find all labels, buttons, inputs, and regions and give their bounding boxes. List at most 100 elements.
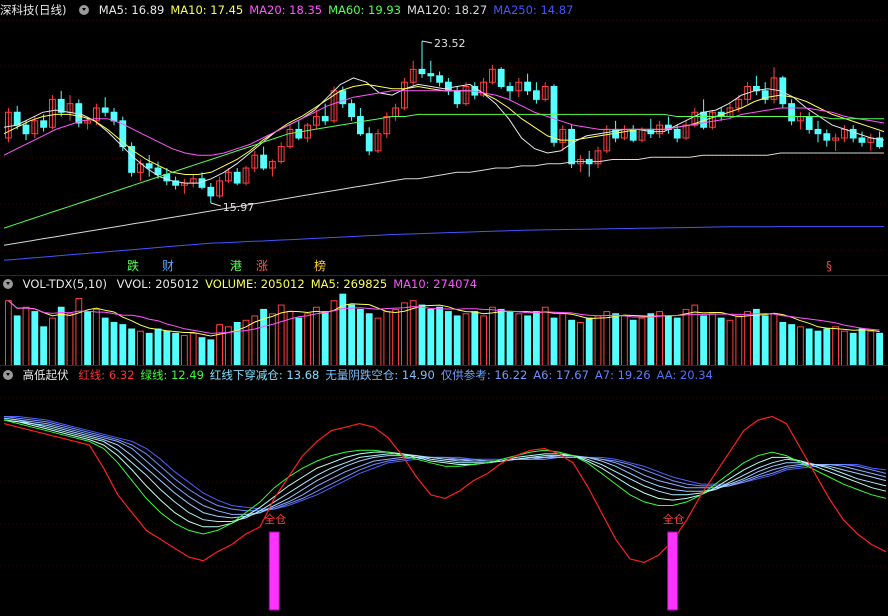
volume-bar bbox=[462, 313, 470, 366]
volume-bar bbox=[585, 317, 593, 366]
candle-body bbox=[814, 128, 822, 135]
candle bbox=[796, 112, 804, 130]
candle bbox=[400, 77, 408, 111]
oscillator-chart[interactable]: 全仓 全仓 bbox=[0, 366, 888, 616]
candle bbox=[409, 60, 417, 87]
volume-bar bbox=[612, 313, 620, 366]
volume-bar bbox=[532, 311, 540, 366]
candle-body bbox=[497, 68, 505, 88]
ma-line bbox=[3, 152, 884, 246]
volume-bar bbox=[392, 308, 400, 366]
candle bbox=[788, 99, 796, 126]
candle-body bbox=[444, 81, 452, 92]
candle bbox=[110, 107, 118, 126]
buy-signal-bar bbox=[268, 531, 280, 611]
candle bbox=[594, 146, 602, 169]
volume-bar bbox=[304, 313, 312, 366]
volume-bar bbox=[700, 315, 708, 366]
candle bbox=[57, 90, 65, 117]
volume-bar bbox=[189, 332, 197, 366]
event-marker[interactable]: 涨 bbox=[256, 258, 268, 273]
volume-bar bbox=[321, 311, 329, 366]
candle bbox=[647, 118, 655, 138]
candle-body bbox=[198, 178, 206, 188]
volume-bar bbox=[708, 313, 716, 366]
volume-bar bbox=[550, 317, 558, 366]
candle bbox=[119, 116, 127, 151]
volume-bar bbox=[119, 324, 127, 366]
candle bbox=[4, 107, 12, 143]
event-marker[interactable]: 港 bbox=[230, 259, 242, 273]
volume-bar bbox=[832, 326, 840, 366]
volume-bar bbox=[207, 339, 215, 366]
candle-body bbox=[788, 103, 796, 122]
ma-line bbox=[3, 226, 884, 261]
candle-body bbox=[260, 154, 268, 169]
event-marker[interactable]: 财 bbox=[162, 259, 174, 273]
volume-bar bbox=[629, 319, 637, 366]
volume-bar bbox=[436, 306, 444, 366]
candle bbox=[629, 125, 637, 143]
volume-bar bbox=[717, 317, 725, 366]
volume-bar bbox=[656, 311, 664, 366]
volume-bar bbox=[673, 317, 681, 366]
event-marker[interactable]: § bbox=[826, 259, 832, 273]
candle-body bbox=[418, 68, 426, 75]
volume-bar bbox=[365, 313, 373, 366]
candle bbox=[488, 65, 496, 85]
volume-bar bbox=[374, 317, 382, 366]
candle bbox=[189, 174, 197, 188]
volume-bar bbox=[128, 328, 136, 366]
candle bbox=[541, 82, 549, 102]
candle bbox=[392, 103, 400, 121]
candle bbox=[242, 165, 250, 186]
volume-bar bbox=[110, 321, 118, 366]
candle-body bbox=[145, 163, 153, 169]
volume-bar bbox=[823, 328, 831, 366]
volume-bar bbox=[506, 311, 514, 366]
volume-bar bbox=[603, 311, 611, 366]
volume-bar bbox=[726, 319, 734, 366]
volume-chart[interactable] bbox=[0, 276, 888, 366]
volume-bar bbox=[814, 330, 822, 366]
candle bbox=[365, 127, 373, 156]
volume-bar bbox=[75, 298, 83, 366]
volume-bar bbox=[744, 311, 752, 366]
candle-body bbox=[453, 90, 461, 105]
candle bbox=[66, 95, 74, 121]
event-marker[interactable]: 榜 bbox=[314, 258, 326, 273]
volume-bar bbox=[647, 313, 655, 366]
candle bbox=[497, 67, 505, 89]
candle-body bbox=[436, 75, 444, 83]
candlestick-chart[interactable]: 23.52 15.97 跌 财 港涨 榜 § bbox=[0, 0, 888, 276]
volume-bar bbox=[154, 328, 162, 366]
candle-body bbox=[207, 186, 215, 197]
candle bbox=[436, 71, 444, 87]
candle-body bbox=[295, 128, 303, 139]
volume-bar bbox=[515, 313, 523, 366]
buy-signal-bar bbox=[667, 531, 679, 611]
volume-bar bbox=[31, 311, 39, 366]
candle bbox=[761, 82, 769, 104]
candle bbox=[805, 112, 813, 134]
candle bbox=[233, 168, 241, 186]
volume-bar bbox=[453, 315, 461, 366]
volume-bar bbox=[22, 306, 30, 366]
candle bbox=[374, 129, 382, 154]
candle bbox=[295, 120, 303, 141]
candle-body bbox=[568, 128, 576, 165]
candle-body bbox=[805, 116, 813, 130]
volume-bar bbox=[568, 319, 576, 366]
volume-bar bbox=[488, 306, 496, 366]
volume-bar bbox=[559, 313, 567, 366]
candle bbox=[814, 120, 822, 143]
candle bbox=[700, 99, 708, 130]
volume-bar bbox=[198, 337, 206, 366]
event-marker[interactable]: 跌 bbox=[127, 258, 139, 273]
volume-bar bbox=[876, 332, 884, 366]
volume-bar bbox=[620, 315, 628, 366]
low-price-label: 15.97 bbox=[223, 201, 255, 214]
volume-bar bbox=[761, 315, 769, 366]
volume-bar bbox=[524, 315, 532, 366]
candle bbox=[48, 95, 56, 130]
